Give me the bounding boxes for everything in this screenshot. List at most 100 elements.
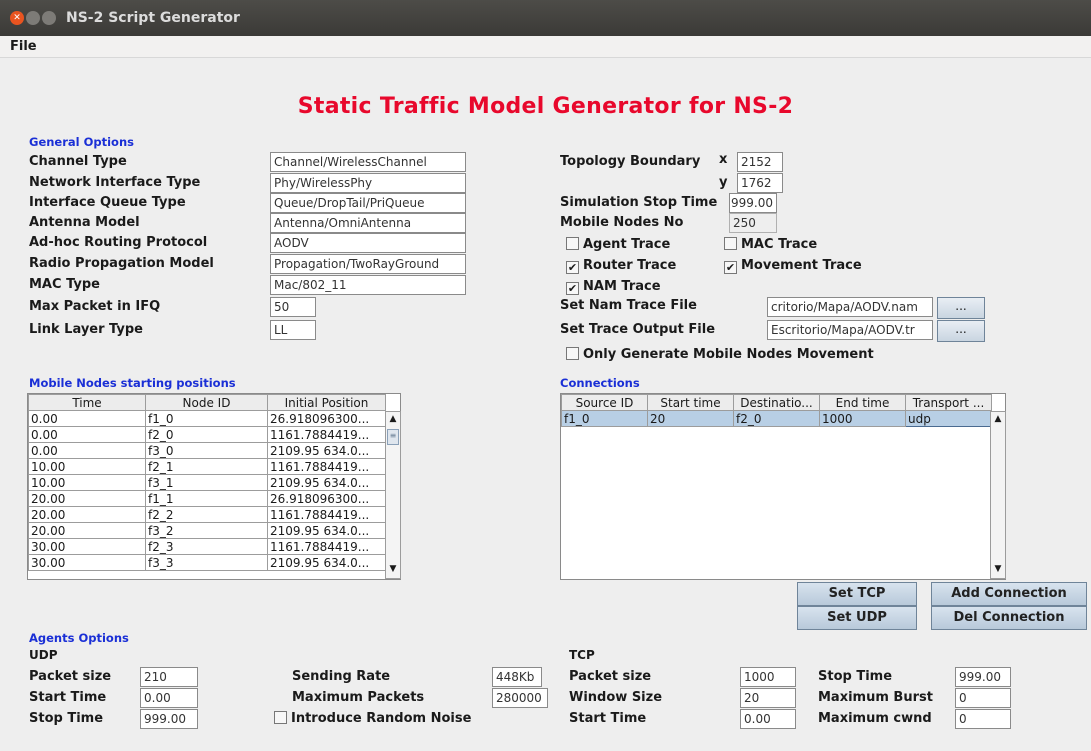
tcp-max-cwnd-field[interactable]: 0 [955, 709, 1011, 729]
minimize-window-button[interactable] [26, 11, 40, 25]
set-tcp-button[interactable]: Set TCP [797, 582, 917, 606]
only-movement-checkbox[interactable]: Only Generate Mobile Nodes Movement [566, 347, 874, 362]
udp-stop-time-label: Stop Time [29, 711, 104, 726]
simulation-stop-time-field[interactable]: 999.00 [729, 193, 777, 213]
col-start-time[interactable]: Start time [647, 394, 734, 411]
mobile-nodes-no-field: 250 [729, 213, 777, 233]
movement-trace-label: Movement Trace [741, 258, 862, 273]
maximize-window-button[interactable] [42, 11, 56, 25]
table-row[interactable]: 20.00 f1_1 26.918096300... [28, 490, 386, 507]
cell: 20.00 [28, 506, 146, 523]
cell: 20 [647, 410, 734, 427]
mac-type-field[interactable]: Mac/802_11 [270, 275, 466, 295]
udp-start-time-field[interactable]: 0.00 [140, 688, 198, 708]
routing-protocol-field[interactable]: AODV [270, 233, 466, 253]
random-noise-checkbox[interactable]: Introduce Random Noise [274, 711, 471, 726]
table-row[interactable]: 30.00 f2_3 1161.7884419... [28, 538, 386, 555]
col-transport[interactable]: Transport ... [905, 394, 992, 411]
connections-scrollbar[interactable]: ▲ ▼ [990, 411, 1006, 579]
topology-x-field[interactable]: 2152 [737, 152, 783, 172]
simulation-stop-time-label: Simulation Stop Time [560, 195, 718, 210]
scroll-down-icon[interactable]: ▼ [991, 564, 1005, 574]
mac-trace-checkbox[interactable]: MAC Trace [724, 237, 817, 252]
max-packet-ifq-field[interactable]: 50 [270, 297, 316, 317]
positions-table: Time Node ID Initial Position 0.00 f1_0 26… [28, 394, 386, 571]
network-interface-type-field[interactable]: Phy/WirelessPhy [270, 173, 466, 193]
tcp-window-size-field[interactable]: 20 [740, 688, 796, 708]
antenna-model-field[interactable]: Antenna/OmniAntenna [270, 213, 466, 233]
table-row[interactable]: 20.00 f3_2 2109.95 634.0... [28, 522, 386, 539]
menu-bar: File [0, 36, 1091, 58]
agent-trace-checkbox[interactable]: Agent Trace [566, 237, 670, 252]
cell: f3_3 [145, 554, 268, 571]
cell: 26.918096300... [267, 410, 386, 427]
scroll-up-icon[interactable]: ▲ [991, 414, 1005, 424]
cell[interactable]: udp [905, 410, 992, 427]
udp-stop-time-field[interactable]: 999.00 [140, 709, 198, 729]
cell: 0.00 [28, 426, 146, 443]
table-row[interactable]: 0.00 f2_0 1161.7884419... [28, 426, 386, 443]
col-source-id[interactable]: Source ID [561, 394, 648, 411]
udp-packet-size-field[interactable]: 210 [140, 667, 198, 687]
browse-nam-file-button[interactable]: ... [937, 297, 985, 319]
tcp-packet-size-label: Packet size [569, 669, 652, 684]
table-row[interactable]: 30.00 f3_3 2109.95 634.0... [28, 554, 386, 571]
set-udp-button[interactable]: Set UDP [797, 606, 917, 630]
del-connection-button[interactable]: Del Connection [931, 606, 1087, 630]
movement-trace-checkbox[interactable]: ✔ Movement Trace [724, 258, 862, 274]
interface-queue-type-label: Interface Queue Type [29, 195, 186, 210]
link-layer-type-field[interactable]: LL [270, 320, 316, 340]
table-row[interactable]: f1_0 20 f2_0 1000 udp [561, 410, 992, 427]
nam-trace-file-field[interactable]: critorio/Mapa/AODV.nam [767, 297, 933, 317]
router-trace-checkbox[interactable]: ✔ Router Trace [566, 258, 676, 274]
table-row[interactable]: 10.00 f2_1 1161.7884419... [28, 458, 386, 475]
tcp-start-time-field[interactable]: 0.00 [740, 709, 796, 729]
nam-trace-label: NAM Trace [583, 279, 661, 294]
only-movement-check-icon [566, 347, 579, 360]
menu-file[interactable]: File [10, 39, 37, 54]
scroll-down-icon[interactable]: ▼ [386, 564, 400, 574]
topology-y-field[interactable]: 1762 [737, 173, 783, 193]
tcp-max-burst-field[interactable]: 0 [955, 688, 1011, 708]
table-row[interactable]: 0.00 f3_0 2109.95 634.0... [28, 442, 386, 459]
add-connection-button[interactable]: Add Connection [931, 582, 1087, 606]
cell: 30.00 [28, 538, 146, 555]
table-row[interactable]: 10.00 f3_1 2109.95 634.0... [28, 474, 386, 491]
cell: 2109.95 634.0... [267, 442, 386, 459]
col-time[interactable]: Time [28, 394, 146, 411]
tcp-max-cwnd-label: Maximum cwnd [818, 711, 932, 726]
udp-max-packets-field[interactable]: 280000 [492, 688, 548, 708]
cell: f2_3 [145, 538, 268, 555]
table-row[interactable]: 0.00 f1_0 26.918096300... [28, 410, 386, 427]
cell: 0.00 [28, 410, 146, 427]
nam-trace-checkbox[interactable]: ✔ NAM Trace [566, 279, 661, 295]
radio-propagation-model-field[interactable]: Propagation/TwoRayGround [270, 254, 466, 274]
x-label: x [719, 152, 728, 167]
trace-output-file-field[interactable]: Escritorio/Mapa/AODV.tr [767, 320, 933, 340]
tcp-title: TCP [569, 648, 595, 662]
scroll-thumb[interactable]: ≡ [387, 429, 399, 445]
positions-scrollbar[interactable]: ▲ ≡ ▼ [385, 411, 401, 579]
table-row[interactable]: 20.00 f2_2 1161.7884419... [28, 506, 386, 523]
title-bar: ✕ NS-2 Script Generator [0, 0, 1091, 36]
tcp-window-size-label: Window Size [569, 690, 663, 705]
col-destination[interactable]: Destinatio... [733, 394, 820, 411]
col-node-id[interactable]: Node ID [145, 394, 268, 411]
cell: 2109.95 634.0... [267, 522, 386, 539]
cell: f3_2 [145, 522, 268, 539]
cell: 20.00 [28, 490, 146, 507]
tcp-stop-time-field[interactable]: 999.00 [955, 667, 1011, 687]
udp-sending-rate-field[interactable]: 448Kb [492, 667, 542, 687]
channel-type-field[interactable]: Channel/WirelessChannel [270, 152, 466, 172]
close-window-button[interactable]: ✕ [10, 11, 24, 25]
tcp-max-burst-label: Maximum Burst [818, 690, 933, 705]
router-trace-label: Router Trace [583, 258, 677, 273]
tcp-packet-size-field[interactable]: 1000 [740, 667, 796, 687]
scroll-up-icon[interactable]: ▲ [386, 414, 400, 424]
interface-queue-type-field[interactable]: Queue/DropTail/PriQueue [270, 193, 466, 213]
col-end-time[interactable]: End time [819, 394, 906, 411]
col-initial-position[interactable]: Initial Position [267, 394, 386, 411]
positions-table-container: Time Node ID Initial Position 0.00 f1_0 26… [27, 393, 401, 580]
radio-propagation-model-label: Radio Propagation Model [29, 256, 214, 271]
browse-trace-file-button[interactable]: ... [937, 320, 985, 342]
